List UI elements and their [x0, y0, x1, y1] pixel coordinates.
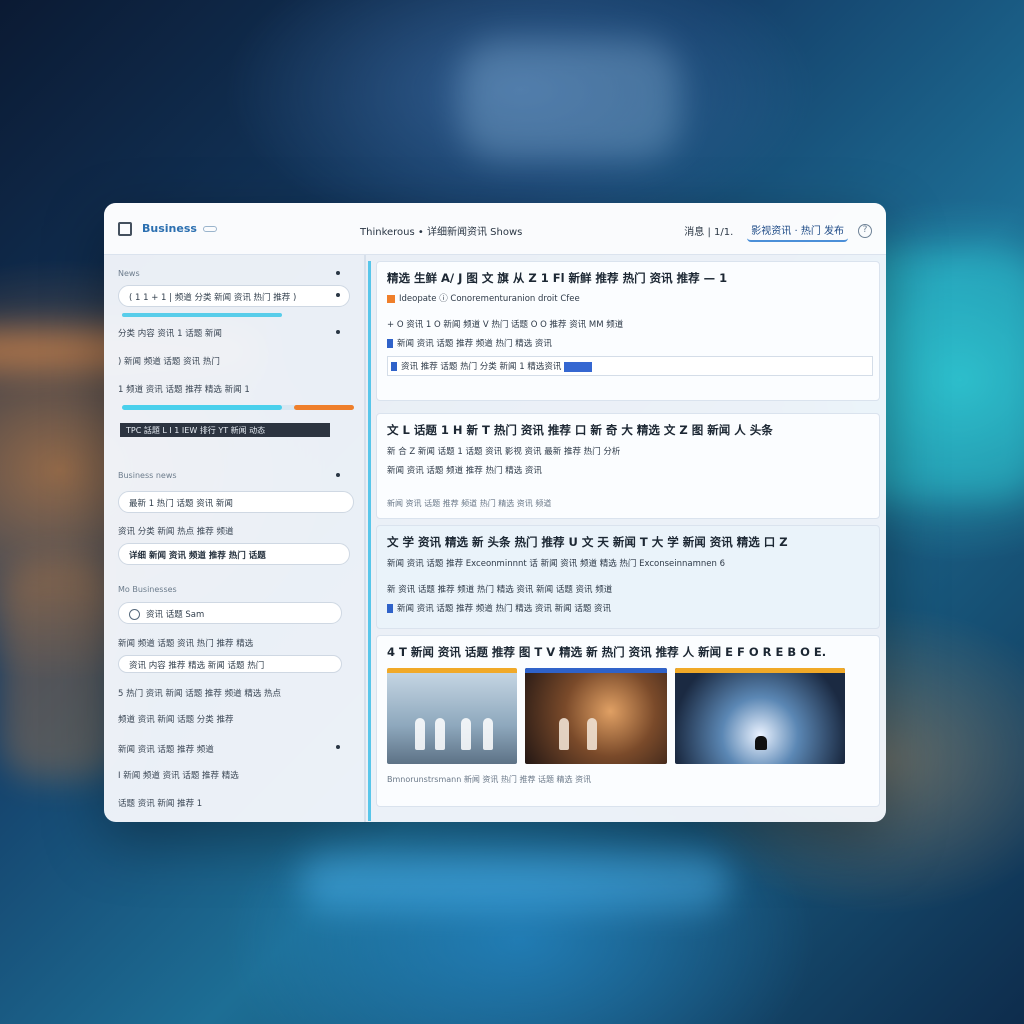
more-icon[interactable] — [336, 745, 340, 749]
sidebar-item[interactable]: 新闻 频道 话题 资讯 热门 推荐 精选 — [118, 637, 253, 649]
card-line: 新闻 资讯 话题 推荐 频道 热门 精选 资讯 新闻 话题 资讯 — [387, 602, 869, 614]
figure-shape — [461, 718, 471, 750]
thumbnail-image[interactable] — [525, 668, 667, 764]
card-title[interactable]: 文 学 资讯 精选 新 头条 热门 推荐 U 文 天 新闻 T 大 学 新闻 资… — [387, 534, 869, 550]
content-area: 精选 生鲜 A/ J 图 文 旗 从 Z 1 Fl 新鲜 推荐 热门 资讯 推荐… — [368, 255, 886, 822]
sidebar-item[interactable]: 资讯 内容 推荐 精选 新闻 话题 热门 — [118, 655, 342, 673]
sidebar-item[interactable]: ( 1 1 + 1 | 频道 分类 新闻 资讯 热门 推荐 ) — [118, 285, 350, 307]
figure-shape — [755, 736, 767, 750]
more-icon[interactable] — [336, 271, 340, 275]
thumbnail-bar — [387, 668, 517, 673]
card-subtitle: Ideopate ⓘ Conorementuranion droit Cfee — [387, 292, 869, 304]
bullet-icon — [387, 604, 393, 613]
sidebar-filter-pill[interactable]: 最新 1 热门 话题 资讯 新闻 — [118, 491, 354, 513]
sidebar-section-head: News — [118, 269, 140, 278]
background-glow — [0, 560, 120, 780]
card-line: 新闻 资讯 话题 推荐 Exceonminnnt 话 新闻 资讯 频道 精选 热… — [387, 559, 726, 569]
figure-shape — [587, 718, 597, 750]
background-glow — [460, 40, 680, 160]
tag-icon — [387, 294, 395, 303]
radio-label: 资讯 话题 Sam — [146, 610, 205, 620]
news-card[interactable]: 4 T 新闻 资讯 话题 推荐 图 T V 精选 新 热门 资讯 推荐 人 新闻… — [376, 635, 880, 807]
sidebar-item[interactable]: 频道 资讯 新闻 话题 分类 推荐 — [118, 713, 234, 725]
news-card[interactable]: 文 学 资讯 精选 新 头条 热门 推荐 U 文 天 新闻 T 大 学 新闻 资… — [376, 525, 880, 629]
news-card[interactable]: 精选 生鲜 A/ J 图 文 旗 从 Z 1 Fl 新鲜 推荐 热门 资讯 推荐… — [376, 261, 880, 401]
progress-indicator — [122, 313, 282, 317]
figure-shape — [435, 718, 445, 750]
card-title[interactable]: 精选 生鲜 A/ J 图 文 旗 从 Z 1 Fl 新鲜 推荐 热门 资讯 推荐… — [387, 270, 869, 286]
card-line: 新 资讯 话题 推荐 频道 热门 精选 资讯 新闻 话题 资讯 频道 — [387, 585, 613, 595]
thumbnail-bar — [675, 668, 845, 673]
toolbar: 消息 | 1/1. 影视资讯 · 热门 发布 ? — [680, 219, 872, 242]
figure-shape — [483, 718, 493, 750]
sidebar-item[interactable]: 5 热门 资讯 新闻 话题 推荐 频道 精选 热点 — [118, 687, 281, 699]
sidebar-search-pill[interactable]: 详细 新闻 资讯 频道 推荐 热门 话题 — [118, 543, 350, 565]
sidebar-item[interactable]: 话题 资讯 新闻 推荐 1 — [118, 797, 202, 809]
image-gallery — [387, 668, 869, 764]
card-line: 资讯 推荐 话题 热门 分类 新闻 1 精选资讯 — [387, 356, 873, 376]
card-caption: Bmnorunstrsmann 新闻 资讯 热门 推荐 话题 精选 资讯 — [387, 775, 592, 784]
progress-marker — [294, 405, 354, 410]
figure-shape — [559, 718, 569, 750]
help-icon[interactable]: ? — [858, 223, 872, 238]
accent-rail — [368, 261, 371, 821]
sidebar-item[interactable]: 新闻 资讯 话题 推荐 频道 — [118, 743, 214, 755]
sidebar-item[interactable]: 1 频道 资讯 话题 推荐 精选 新闻 1 — [118, 383, 250, 395]
card-meta: 新闻 资讯 话题 推荐 频道 热门 精选 资讯 频道 — [387, 499, 552, 508]
thumbnail-image[interactable] — [675, 668, 845, 764]
messages-button[interactable]: 消息 | 1/1. — [680, 220, 737, 241]
sidebar-section-head: Mo Businesses — [118, 585, 177, 594]
radio-icon[interactable] — [129, 609, 140, 620]
thumbnail-image[interactable] — [387, 668, 517, 764]
breadcrumb[interactable]: Thinkerous • 详细新闻资讯 Shows — [360, 223, 522, 238]
thumbnail-bar — [525, 668, 667, 673]
more-icon[interactable] — [336, 330, 340, 334]
status-tag: TPC 話題 L I 1 IEW 排行 YT 新闻 动态 — [120, 423, 330, 437]
card-title[interactable]: 4 T 新闻 资讯 话题 推荐 图 T V 精选 新 热门 资讯 推荐 人 新闻… — [387, 644, 869, 660]
more-icon[interactable] — [336, 473, 340, 477]
bullet-icon — [391, 362, 397, 371]
sidebar-radio-option[interactable]: 资讯 话题 Sam — [118, 602, 342, 624]
toggle-icon[interactable] — [202, 225, 217, 232]
app-name: Business — [142, 222, 197, 235]
progress-bar[interactable] — [122, 405, 354, 410]
figure-shape — [415, 718, 425, 750]
highlight-tag — [564, 362, 592, 372]
sidebar: News ( 1 1 + 1 | 频道 分类 新闻 资讯 热门 推荐 ) 分类 … — [104, 255, 366, 822]
more-icon[interactable] — [336, 293, 340, 297]
news-card[interactable]: 文 L 话题 1 H 新 T 热门 资讯 推荐 口 新 奇 大 精选 文 Z 图… — [376, 413, 880, 519]
sidebar-item[interactable]: I 新闻 频道 资讯 话题 推荐 精选 — [118, 769, 239, 781]
background-glow — [300, 850, 730, 910]
app-window: Business Thinkerous • 详细新闻资讯 Shows 消息 | … — [104, 203, 886, 822]
card-title[interactable]: 文 L 话题 1 H 新 T 热门 资讯 推荐 口 新 奇 大 精选 文 Z 图… — [387, 422, 869, 438]
bullet-icon — [387, 339, 393, 348]
card-line: 新闻 资讯 话题 推荐 频道 热门 精选 资讯 — [387, 337, 869, 349]
sidebar-item[interactable]: 资讯 分类 新闻 热点 推荐 频道 — [118, 525, 234, 537]
card-line: + O 资讯 1 O 新闻 频道 V 热门 话题 O O 推荐 资讯 MM 频道 — [387, 320, 624, 330]
sidebar-section-head: Business news — [118, 471, 177, 480]
publish-button[interactable]: 影视资讯 · 热门 发布 — [747, 219, 848, 242]
sidebar-item[interactable]: ) 新闻 频道 话题 资讯 热门 — [118, 355, 220, 367]
card-line: 新 合 Z 新闻 话题 1 话题 资讯 影视 资讯 最新 推荐 热门 分析 — [387, 447, 621, 457]
title-bar: Business Thinkerous • 详细新闻资讯 Shows 消息 | … — [104, 203, 886, 255]
sidebar-item[interactable]: 分类 内容 资讯 1 话题 新闻 — [118, 327, 222, 339]
app-menu-icon[interactable] — [118, 221, 132, 236]
card-line: 新闻 资讯 话题 频道 推荐 热门 精选 资讯 — [387, 466, 542, 476]
progress-fill — [122, 405, 282, 410]
